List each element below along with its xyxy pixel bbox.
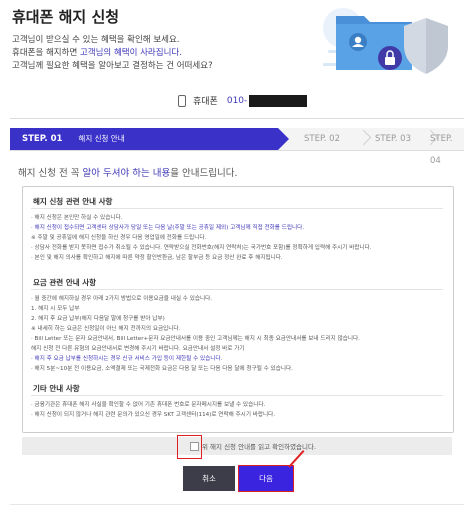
list-item[interactable]: 해지 신청 전 다른 유형의 요금안내서로 변경해 주시기 바랍니다. 요금안내… — [31, 344, 443, 354]
divider — [10, 118, 464, 119]
section-title-termination: 해지 신청 관련 안내 사항 — [33, 197, 113, 206]
phone-number-row: 휴대폰 010- — [178, 94, 308, 107]
intro-text: 고객님이 받으실 수 있는 혜택을 확인해 보세요. 휴대폰을 해지하면 고객님… — [12, 34, 213, 73]
folder-security-illustration — [323, 8, 448, 74]
step-4: STEP. 04 — [430, 134, 453, 166]
intro-line-1: 고객님이 받으실 수 있는 혜택을 확인해 보세요. — [12, 35, 180, 45]
list-item: · 상담사 전화를 받지 못하면 접수가 취소될 수 있습니다. 연락받으실 전… — [31, 245, 372, 251]
chevron-right-icon — [355, 129, 372, 146]
list-item: · 해지 신청이 접수되면 고객센터 상담사가 당일 또는 다음 날(주말 또는… — [31, 225, 305, 231]
step-1: STEP. 01 해지 신청 안내 — [10, 128, 278, 150]
intro-line-3: 고객님께 필요한 혜택을 알아보고 결정하는 건 어떠세요? — [12, 61, 213, 71]
list-item: · Bill Letter 또는 문자 요금안내서, Bill Letter+문… — [31, 336, 360, 342]
intro-line-2: 휴대폰을 해지하면 고객님의 혜택이 사라집니다. — [12, 48, 182, 58]
phone-number-redacted — [249, 94, 308, 107]
list-item: ※ 내세히 하는 요금은 신청일이 아닌 해지 전까지의 요금입니다. — [31, 326, 181, 332]
agree-label[interactable]: 위 해지 신청 안내를 읽고 확인하였습니다. — [202, 441, 316, 451]
annotation-highlight-box — [238, 465, 294, 492]
cancel-button[interactable]: 취소 — [183, 466, 235, 491]
list-item: · 해지 후 요금 납부를 신청하시는 경우 신규 서비스 가입 등이 제한될 … — [31, 356, 223, 362]
list-item: · 해지 신청이 되지 않거나 해지 관련 문의가 있으신 경우 SKT 고객센… — [31, 412, 276, 418]
phone-number: 010- — [226, 95, 248, 106]
divider — [10, 504, 464, 505]
section-billing-list: · 월 중간에 해지하실 경우 아래 2가지 방법으로 이용요금을 내실 수 있… — [31, 289, 443, 379]
section-title-other: 기타 안내 사항 — [33, 384, 80, 393]
page-title: 휴대폰 해지 신청 — [12, 8, 120, 26]
section-other-list: · 금융기관은 휴대폰 해지 사실을 확인할 수 없어 기존 휴대폰 번호로 문… — [31, 395, 443, 425]
section-termination-list: · 해지 신청은 본인만 하실 수 있습니다. · 해지 신청이 접수되면 고객… — [31, 208, 443, 268]
list-item: · 해지 5분~10분 전 이용요금, 소액결제 또는 국제전화 요금은 다음 … — [31, 366, 293, 372]
section-title-billing: 요금 관련 안내 사항 — [33, 278, 97, 287]
list-item: · 본인 및 해지 의사를 확인하고 해지에 따른 약정 할인반환금, 남은 할… — [31, 255, 283, 261]
annotation-highlight-box — [177, 435, 202, 459]
agree-row: 위 해지 신청 안내를 읽고 확인하였습니다. — [22, 437, 452, 455]
list-item: · 해지 신청은 본인만 하실 수 있습니다. — [31, 215, 123, 221]
list-item: · 월 중간에 해지하실 경우 아래 2가지 방법으로 이용요금을 내실 수 있… — [31, 296, 213, 302]
step-progress-bar: STEP. 01 해지 신청 안내 STEP. 02 STEP. 03 STEP.… — [10, 128, 464, 166]
intro-highlight: 고객님의 혜택이 사라집니다. — [79, 48, 182, 58]
phone-label: 휴대폰 — [193, 97, 218, 107]
list-item: 1. 해지 시 모두 납부 — [31, 306, 80, 312]
list-item: ※ 주말 및 공휴일에 해지 신청을 하신 경우 다음 영업일에 전화를 드립니… — [31, 235, 207, 241]
terms-box[interactable]: 해지 신청 관련 안내 사항 · 해지 신청은 본인만 하실 수 있습니다. ·… — [22, 186, 454, 433]
step-3: STEP. 03 — [375, 134, 411, 144]
phone-icon — [178, 94, 186, 107]
notice-text: 해지 신청 전 꼭 알아 두셔야 하는 내용을 안내드립니다. — [18, 168, 238, 179]
list-item: 2. 해지 후 요금 납부(해지 다음달 말에 청구를 받아 납부) — [31, 316, 165, 322]
step-arrow — [278, 128, 289, 150]
step-2: STEP. 02 — [304, 134, 340, 144]
list-item: · 금융기관은 휴대폰 해지 사실을 확인할 수 없어 기존 휴대폰 번호로 문… — [31, 402, 266, 408]
